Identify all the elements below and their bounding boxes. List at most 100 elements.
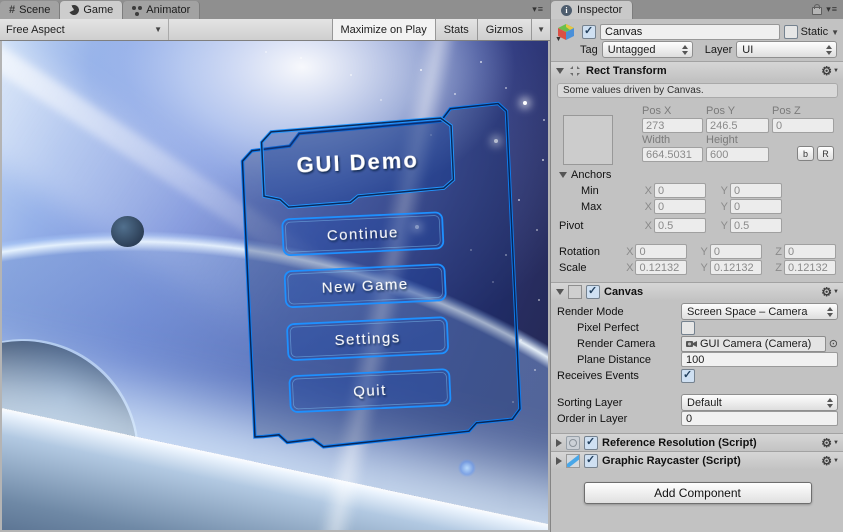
graphic-raycaster-title: Graphic Raycaster (Script)	[602, 454, 741, 467]
tab-inspector[interactable]: i Inspector	[551, 1, 634, 19]
settings-button[interactable]: Settings	[286, 316, 449, 361]
plane-distance-field[interactable]: 100	[681, 352, 838, 367]
reference-resolution-gear[interactable]: ⚙ ▼	[821, 437, 839, 449]
anchors-label: Anchors	[571, 169, 612, 181]
canvas-gear[interactable]: ⚙ ▼	[821, 286, 839, 298]
game-icon	[67, 3, 82, 17]
pos-y-label: Pos Y	[706, 105, 736, 117]
static-checkbox[interactable]	[783, 25, 798, 39]
canvas-component-header[interactable]: Canvas ⚙ ▼	[551, 282, 843, 300]
tab-scene-label: Scene	[19, 4, 51, 16]
pos-y-field[interactable]: 246.5	[706, 118, 769, 133]
tab-game-label: Game	[83, 4, 114, 16]
tag-dropdown[interactable]: Untagged	[601, 41, 693, 58]
new-game-button[interactable]: New Game	[283, 263, 447, 308]
anchors-foldout[interactable]: Anchors	[559, 168, 836, 182]
min-label: Min	[581, 184, 599, 197]
tab-animator[interactable]: Animator	[123, 1, 201, 19]
max-y-field[interactable]: 0	[730, 199, 782, 214]
add-component-button[interactable]: Add Component	[583, 482, 812, 504]
scale-z-field[interactable]: 0.12132	[784, 260, 836, 275]
gameobject-cube-icon[interactable]: ▼	[555, 23, 578, 43]
rotation-z-field[interactable]: 0	[784, 244, 836, 259]
pivot-row: Pivot X 0.5 Y 0.5	[559, 218, 836, 233]
anchor-preview[interactable]	[563, 115, 613, 165]
sorting-layer-row: Sorting Layer Default	[557, 394, 838, 411]
render-mode-row: Render Mode Screen Space – Camera	[557, 303, 838, 320]
gizmos-button[interactable]: Gizmos	[476, 19, 531, 40]
name-field[interactable]: Canvas	[600, 24, 780, 40]
rect-transform-gear[interactable]: ⚙ ▼	[821, 65, 839, 77]
maximize-on-play-button[interactable]: Maximize on Play	[331, 19, 435, 40]
layer-label: Layer	[704, 43, 733, 56]
stats-button[interactable]: Stats	[434, 19, 477, 40]
foldout-arrow-icon[interactable]	[556, 288, 564, 295]
anchors-min-row: Min X 0 Y 0	[559, 183, 836, 198]
pivot-x-field[interactable]: 0.5	[654, 218, 706, 233]
pivot-label: Pivot	[559, 219, 584, 232]
graphic-raycaster-gear[interactable]: ⚙ ▼	[821, 455, 839, 467]
order-in-layer-label: Order in Layer	[557, 412, 628, 425]
scale-x-field[interactable]: 0.12132	[635, 260, 688, 275]
order-in-layer-field[interactable]: 0	[681, 411, 838, 426]
raw-edit-button[interactable]: R	[817, 146, 834, 161]
static-dropdown-arrow[interactable]: ▼	[831, 28, 839, 37]
foldout-arrow-icon[interactable]	[556, 67, 564, 74]
blueprint-mode-button[interactable]: b	[797, 146, 814, 161]
reference-resolution-header[interactable]: Reference Resolution (Script) ⚙ ▼	[551, 433, 843, 451]
updown-arrows-icon	[827, 306, 834, 317]
tab-scene[interactable]: # Scene	[0, 1, 61, 19]
chevron-down-icon: ▼	[833, 67, 839, 74]
rotation-row: Rotation X 0 Y 0 Z 0	[559, 244, 836, 259]
continue-button[interactable]: Continue	[281, 211, 445, 257]
lock-icon[interactable]	[812, 4, 822, 15]
gizmos-dropdown-arrow[interactable]: ▼	[531, 19, 550, 40]
reference-resolution-title: Reference Resolution (Script)	[602, 436, 757, 449]
graphic-raycaster-checkbox[interactable]	[584, 453, 598, 468]
pos-z-field[interactable]: 0	[772, 118, 834, 133]
min-x-field[interactable]: 0	[654, 183, 706, 198]
sorting-layer-dropdown[interactable]: Default	[681, 394, 838, 411]
pixel-perfect-checkbox[interactable]	[681, 320, 695, 335]
receives-events-label: Receives Events	[557, 369, 639, 382]
pos-x-field[interactable]: 273	[642, 118, 703, 133]
rotation-x-field[interactable]: 0	[635, 244, 688, 259]
max-x-field[interactable]: 0	[654, 199, 706, 214]
settings-label: Settings	[334, 329, 401, 349]
tab-inspector-label: Inspector	[577, 4, 623, 16]
tab-game[interactable]: Game	[60, 1, 124, 19]
animator-icon	[132, 5, 142, 15]
pivot-y-field[interactable]: 0.5	[730, 218, 782, 233]
plane-distance-label: Plane Distance	[577, 353, 651, 366]
scale-y-field[interactable]: 0.12132	[709, 260, 762, 275]
rect-transform-header[interactable]: Rect Transform ⚙ ▼	[551, 61, 843, 79]
rotation-y-field[interactable]: 0	[709, 244, 762, 259]
object-picker-icon[interactable]: ⊙	[829, 337, 838, 350]
render-mode-dropdown[interactable]: Screen Space – Camera	[681, 303, 838, 320]
chevron-down-icon: ▼	[833, 439, 839, 446]
pane-menu-icon[interactable]: ▾≡	[532, 4, 544, 15]
graphic-raycaster-header[interactable]: Graphic Raycaster (Script) ⚙ ▼	[551, 451, 843, 469]
pos-z-label: Pos Z	[772, 105, 801, 117]
height-field[interactable]: 600	[706, 147, 769, 162]
active-checkbox[interactable]	[582, 24, 596, 39]
receives-events-checkbox[interactable]	[681, 368, 695, 383]
canvas-enabled-checkbox[interactable]	[586, 284, 600, 299]
scale-label: Scale	[559, 261, 587, 274]
width-field[interactable]: 664.5031	[642, 147, 703, 162]
render-camera-field[interactable]: GUI Camera (Camera)	[681, 335, 826, 352]
quit-button[interactable]: Quit	[288, 368, 452, 413]
game-toolbar: Free Aspect ▼ Maximize on Play Stats Giz…	[0, 19, 550, 41]
gear-icon: ⚙	[821, 63, 833, 78]
quit-label: Quit	[353, 382, 387, 401]
foldout-arrow-icon[interactable]	[556, 456, 562, 465]
foldout-arrow-icon[interactable]	[556, 438, 562, 447]
static-label: Static	[800, 26, 829, 38]
inspector-menu-icon[interactable]: ▾≡	[826, 4, 838, 15]
gear-icon: ⚙	[821, 284, 833, 299]
min-y-field[interactable]: 0	[730, 183, 782, 198]
reference-resolution-checkbox[interactable]	[584, 435, 598, 450]
aspect-dropdown[interactable]: Free Aspect ▼	[0, 19, 169, 40]
layer-dropdown[interactable]: UI	[736, 41, 837, 58]
pixel-perfect-label: Pixel Perfect	[577, 321, 639, 334]
